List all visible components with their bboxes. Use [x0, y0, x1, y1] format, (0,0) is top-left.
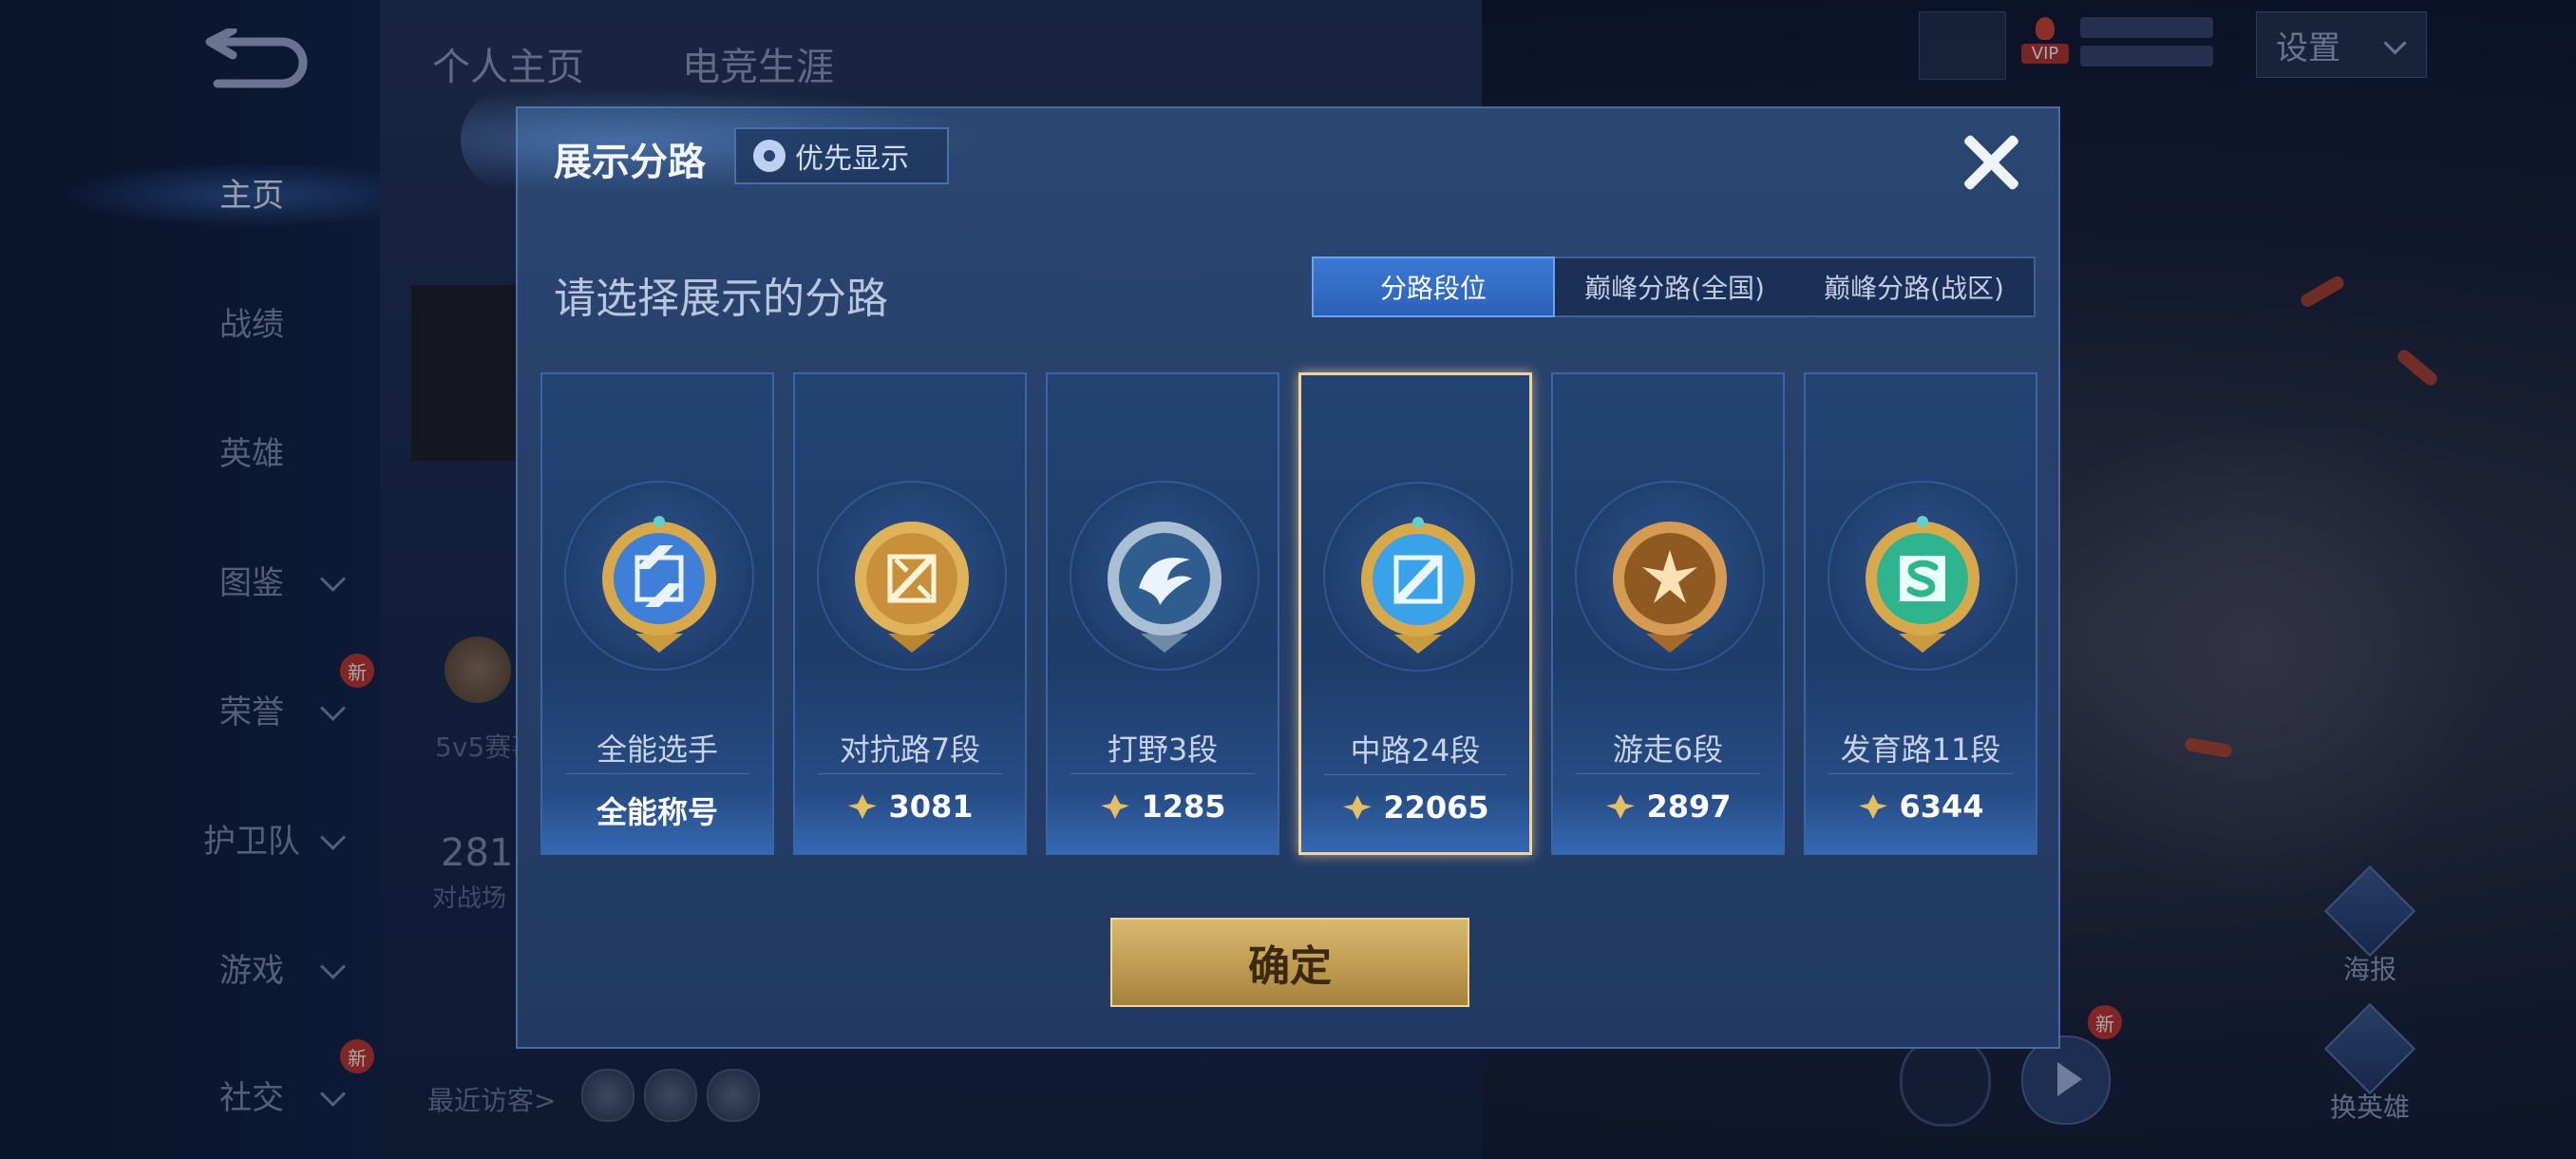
card-divider [818, 773, 1002, 774]
rank-points-icon [1859, 794, 1888, 819]
lane-display-dialog: 展示分路 优先显示 请选择展示的分路 分路段位 巅峰分路(全国) 巅峰分路(战区… [461, 87, 2060, 1049]
lane-cards: 全能选手 全能称号 对抗路7段 3081 打野3段 1285 中路24段 220… [540, 372, 2041, 855]
lane-score-value: 2897 [1646, 788, 1732, 825]
lane-title-value: 全能称号 [596, 794, 718, 830]
lane-card-clash[interactable]: 对抗路7段 3081 [793, 372, 1027, 855]
lane-score: 2897 [1553, 788, 1783, 825]
dialog-subtitle: 请选择展示的分路 [554, 275, 888, 323]
confirm-button[interactable]: 确定 [1110, 918, 1469, 1007]
rank-points-icon [1606, 794, 1636, 819]
mid-lane-emblem-icon [1361, 517, 1475, 654]
lane-name: 发育路11段 [1840, 732, 2001, 768]
lane-card-jungle[interactable]: 打野3段 1285 [1046, 372, 1279, 855]
lane-type-tabs: 分路段位 巅峰分路(全国) 巅峰分路(战区) [1312, 256, 2036, 317]
lane-card-roam[interactable]: 游走6段 2897 [1551, 372, 1785, 855]
tab-lane-rank[interactable]: 分路段位 [1312, 256, 1555, 317]
card-divider [565, 773, 749, 774]
dialog-title: 展示分路 [554, 141, 706, 184]
lane-name: 打野3段 [1107, 732, 1219, 768]
jungle-emblem-icon [1108, 522, 1222, 653]
lane-score: 1285 [1048, 788, 1278, 825]
farm-lane-emblem-icon [1866, 516, 1979, 653]
lane-name: 中路24段 [1350, 732, 1481, 769]
gear-icon [753, 140, 786, 172]
priority-display-button[interactable]: 优先显示 [734, 127, 949, 184]
lane-score-value: 6344 [1899, 788, 1984, 825]
lane-name: 全能选手 [596, 732, 718, 768]
close-icon[interactable] [1950, 122, 2032, 203]
clash-lane-emblem-icon [855, 522, 969, 653]
priority-display-label: 优先显示 [795, 142, 909, 176]
roam-emblem-icon [1613, 522, 1727, 653]
lane-score: 6344 [1806, 788, 2036, 825]
lane-score-value: 1285 [1141, 788, 1226, 825]
rank-points-icon [1101, 794, 1130, 819]
card-divider [1576, 773, 1760, 774]
lane-name: 游走6段 [1612, 732, 1724, 768]
rank-points-icon [1343, 795, 1373, 820]
lane-card-farm[interactable]: 发育路11段 6344 [1804, 372, 2037, 855]
all-round-emblem-icon [602, 516, 716, 653]
card-divider [1070, 773, 1255, 774]
rank-points-icon [848, 794, 878, 819]
card-divider [1324, 774, 1506, 775]
tab-peak-region[interactable]: 巅峰分路(战区) [1794, 258, 2034, 315]
lane-name: 对抗路7段 [839, 732, 981, 768]
card-divider [1828, 773, 2013, 774]
lane-score: 22065 [1301, 789, 1529, 826]
lane-score: 3081 [795, 788, 1025, 825]
tab-peak-national[interactable]: 巅峰分路(全国) [1555, 258, 1794, 315]
lane-card-all-round[interactable]: 全能选手 全能称号 [540, 372, 774, 855]
lane-score-value: 22065 [1383, 789, 1489, 826]
lane-card-mid[interactable]: 中路24段 22065 [1298, 372, 1532, 855]
lane-score-value: 3081 [888, 788, 974, 825]
